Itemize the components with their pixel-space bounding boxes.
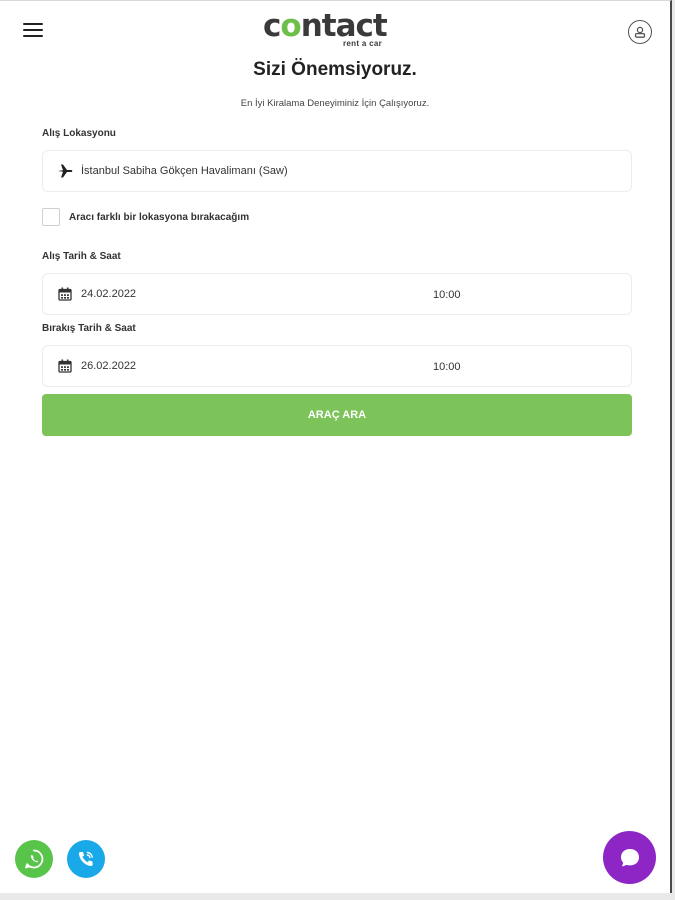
logo-pin-icon: o [280,8,301,44]
header: contact rent a car [0,1,670,57]
hamburger-menu-icon[interactable] [23,23,43,39]
different-return-checkbox[interactable] [42,208,60,226]
search-car-button[interactable]: ARAÇ ARA [42,394,632,436]
pickup-location-value: İstanbul Sabiha Gökçen Havalimanı (Saw) [81,165,288,177]
pickup-time-value[interactable]: 10:00 [433,274,461,316]
airplane-icon [57,163,73,179]
return-date-value[interactable]: 26.02.2022 [81,360,136,372]
whatsapp-icon[interactable] [15,840,53,878]
phone-icon[interactable] [67,840,105,878]
page-subtitle: En İyi Kiralama Deneyiminiz İçin Çalışıy… [240,98,430,109]
calendar-icon [57,358,73,374]
different-return-row: Aracı farklı bir lokasyona bırakacağım [42,208,249,226]
chat-bubble-icon[interactable] [603,831,656,884]
pickup-location-label: Alış Lokasyonu [42,128,116,139]
pickup-datetime-field[interactable]: 24.02.2022 10:00 [42,273,632,315]
user-account-icon[interactable] [628,20,652,44]
page: contact rent a car Sizi Önemsiyoruz. En … [0,0,672,893]
return-datetime-field[interactable]: 26.02.2022 10:00 [42,345,632,387]
calendar-icon [57,286,73,302]
logo[interactable]: contact rent a car [263,7,413,51]
pickup-date-value[interactable]: 24.02.2022 [81,288,136,300]
return-time-value[interactable]: 10:00 [433,346,461,388]
pickup-datetime-label: Alış Tarih & Saat [42,251,121,262]
return-datetime-label: Bırakış Tarih & Saat [42,323,136,334]
page-title: Sizi Önemsiyoruz. [253,59,417,80]
pickup-location-field[interactable]: İstanbul Sabiha Gökçen Havalimanı (Saw) [42,150,632,192]
logo-tagline: rent a car [343,39,383,48]
different-return-label[interactable]: Aracı farklı bir lokasyona bırakacağım [69,212,249,223]
